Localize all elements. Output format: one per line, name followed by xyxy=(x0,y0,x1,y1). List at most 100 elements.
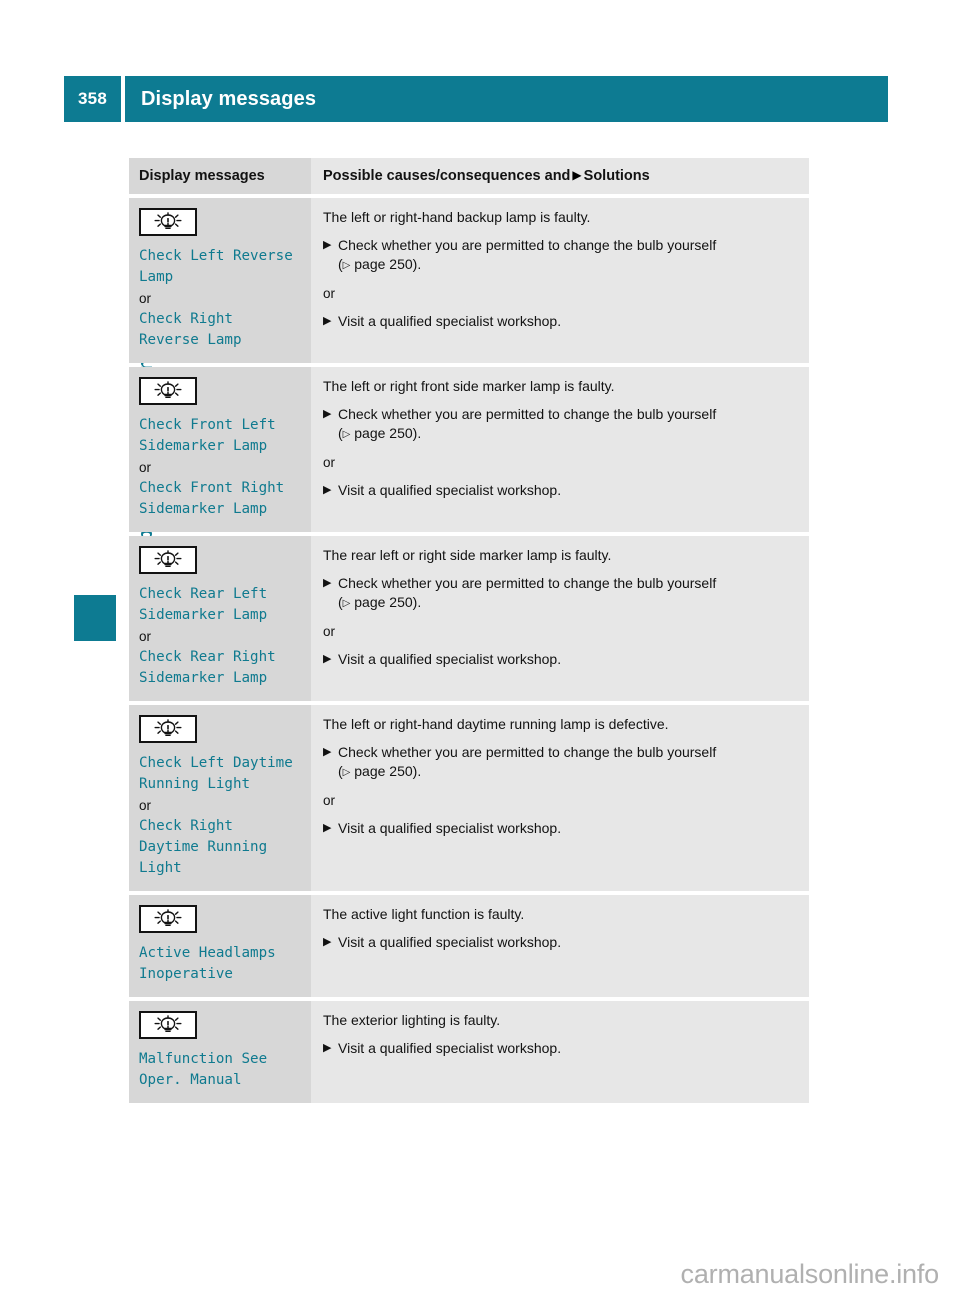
message-text-line: Sidemarker Lamp xyxy=(139,607,268,623)
solution-item: ▶ Check whether you are permitted to cha… xyxy=(323,405,797,444)
solution-bullet-icon: ▶ xyxy=(323,239,332,251)
cause-solution-cell: The active light function is faulty. ▶ V… xyxy=(311,895,809,997)
column-header-causes-prefix: Possible causes/consequences and xyxy=(323,168,571,184)
page-reference-triangle-icon: ▷ xyxy=(342,598,351,609)
message-text-line: Check Front Left xyxy=(139,417,276,433)
solution-item: ▶ Visit a qualified specialist workshop. xyxy=(323,312,797,331)
table-row: Check Left Daytime Running Light or Chec… xyxy=(129,705,809,891)
solution-item: ▶ Visit a qualified specialist workshop. xyxy=(323,933,797,952)
lamp-warning-icon xyxy=(139,546,197,574)
message-text-line: Inoperative xyxy=(139,966,233,982)
table-row: Check Rear Left Sidemarker Lamp or Check… xyxy=(129,536,809,701)
message-text-line: Sidemarker Lamp xyxy=(139,438,268,454)
solution-text: Visit a qualified specialist workshop. xyxy=(338,1040,562,1056)
page-reference-triangle-icon: ▷ xyxy=(342,260,351,271)
message-text-line: Sidemarker Lamp xyxy=(139,501,268,517)
solution-bullet-icon: ▶ xyxy=(323,822,332,834)
cause-text: The active light function is faulty. xyxy=(323,906,525,922)
message-cell: Check Left Reverse Lamp or Check Right R… xyxy=(129,198,311,363)
message-text-line: Check Left Reverse xyxy=(139,248,293,264)
solution-item: ▶ Visit a qualified specialist workshop. xyxy=(323,819,797,838)
solution-text: Check whether you are permitted to chang… xyxy=(338,406,717,422)
lamp-warning-icon xyxy=(139,1011,197,1039)
message-text-line: Check Rear Left xyxy=(139,586,268,602)
table-row: Check Front Left Sidemarker Lamp or Chec… xyxy=(129,367,809,532)
message-text-line: Check Rear Right xyxy=(139,649,276,665)
page-reference-triangle-icon: ▷ xyxy=(342,429,351,440)
cause-text: The left or right-hand backup lamp is fa… xyxy=(323,209,591,225)
solution-bullet-icon: ▶ xyxy=(323,653,332,665)
cause-text: The left or right-hand daytime running l… xyxy=(323,716,669,732)
cause-solution-cell: The left or right-hand backup lamp is fa… xyxy=(311,198,809,363)
column-header-display-messages: Display messages xyxy=(139,168,265,184)
solution-or-separator: or xyxy=(323,286,336,301)
page-reference-text: page 250). xyxy=(354,256,422,272)
solution-item: ▶ Visit a qualified specialist workshop. xyxy=(323,1039,797,1058)
solution-text: Check whether you are permitted to chang… xyxy=(338,575,717,591)
solution-text: Visit a qualified specialist workshop. xyxy=(338,651,562,667)
message-text-line: Malfunction See xyxy=(139,1051,268,1067)
cause-solution-cell: The left or right-hand daytime running l… xyxy=(311,705,809,891)
lamp-warning-icon xyxy=(139,905,197,933)
cause-text: The left or right front side marker lamp… xyxy=(323,378,615,394)
message-cell: Check Rear Left Sidemarker Lamp or Check… xyxy=(129,536,311,701)
solution-text: Visit a qualified specialist workshop. xyxy=(338,482,562,498)
page-reference-text: page 250). xyxy=(354,594,422,610)
message-text-line: Sidemarker Lamp xyxy=(139,670,268,686)
page-reference-triangle-icon: ▷ xyxy=(342,767,351,778)
solution-bullet-icon: ▶ xyxy=(323,746,332,758)
page-reference-text: page 250). xyxy=(354,763,422,779)
message-cell: Malfunction See Oper. Manual xyxy=(129,1001,311,1103)
solution-item: ▶ Visit a qualified specialist workshop. xyxy=(323,650,797,669)
solution-text: Check whether you are permitted to chang… xyxy=(338,237,717,253)
message-text-line: Active Headlamps xyxy=(139,945,276,961)
table-row: Malfunction See Oper. Manual The exterio… xyxy=(129,1001,809,1103)
message-cell: Active Headlamps Inoperative xyxy=(129,895,311,997)
solution-item: ▶ Check whether you are permitted to cha… xyxy=(323,743,797,782)
page-number-badge: 358 xyxy=(64,76,121,122)
table-row: Active Headlamps Inoperative The active … xyxy=(129,895,809,997)
message-or-separator: or xyxy=(139,460,152,475)
table-header-cell-causes: Possible causes/consequences and ▶ Solutio… xyxy=(311,158,809,194)
solution-bullet-icon: ▶ xyxy=(323,936,332,948)
message-or-separator: or xyxy=(139,291,152,306)
site-watermark: carmanualsonline.info xyxy=(680,1259,940,1289)
solution-bullet-icon: ▶ xyxy=(323,484,332,496)
message-cell: Check Left Daytime Running Light or Chec… xyxy=(129,705,311,891)
cause-text: The exterior lighting is faulty. xyxy=(323,1012,501,1028)
cause-solution-cell: The rear left or right side marker lamp … xyxy=(311,536,809,701)
message-text-line: Running Light xyxy=(139,776,251,792)
page-header: 358 Display messages xyxy=(64,76,888,122)
solution-item: ▶ Check whether you are permitted to cha… xyxy=(323,574,797,613)
lamp-warning-icon xyxy=(139,715,197,743)
page-title-bar: Display messages xyxy=(125,76,888,122)
message-or-separator: or xyxy=(139,629,152,644)
solution-item: ▶ Check whether you are permitted to cha… xyxy=(323,236,797,275)
lamp-warning-icon xyxy=(139,377,197,405)
message-text-line: Light xyxy=(139,860,182,876)
table-header-row: Display messages Possible causes/consequ… xyxy=(129,158,809,194)
solution-text: Visit a qualified specialist workshop. xyxy=(338,934,562,950)
message-or-separator: or xyxy=(139,798,152,813)
solution-or-separator: or xyxy=(323,793,336,808)
message-text-line: Lamp xyxy=(139,269,174,285)
message-text-line: Daytime Running xyxy=(139,839,268,855)
cause-solution-cell: The left or right front side marker lamp… xyxy=(311,367,809,532)
message-cell: Check Front Left Sidemarker Lamp or Chec… xyxy=(129,367,311,532)
table-row: Check Left Reverse Lamp or Check Right R… xyxy=(129,198,809,363)
message-text-line: Check Right xyxy=(139,311,233,327)
page-number-text: 358 xyxy=(78,89,107,108)
solution-or-separator: or xyxy=(323,455,336,470)
chapter-side-tab-marker xyxy=(74,595,116,641)
solution-text: Visit a qualified specialist workshop. xyxy=(338,820,562,836)
solutions-triangle-icon: ▶ xyxy=(572,168,582,182)
cause-solution-cell: The exterior lighting is faulty. ▶ Visit… xyxy=(311,1001,809,1103)
message-text-line: Check Front Right xyxy=(139,480,285,496)
lamp-warning-icon xyxy=(139,208,197,236)
solution-bullet-icon: ▶ xyxy=(323,408,332,420)
solution-text: Visit a qualified specialist workshop. xyxy=(338,313,562,329)
table-header-cell-messages: Display messages xyxy=(129,158,311,194)
solution-bullet-icon: ▶ xyxy=(323,1042,332,1054)
solution-bullet-icon: ▶ xyxy=(323,315,332,327)
solution-bullet-icon: ▶ xyxy=(323,577,332,589)
